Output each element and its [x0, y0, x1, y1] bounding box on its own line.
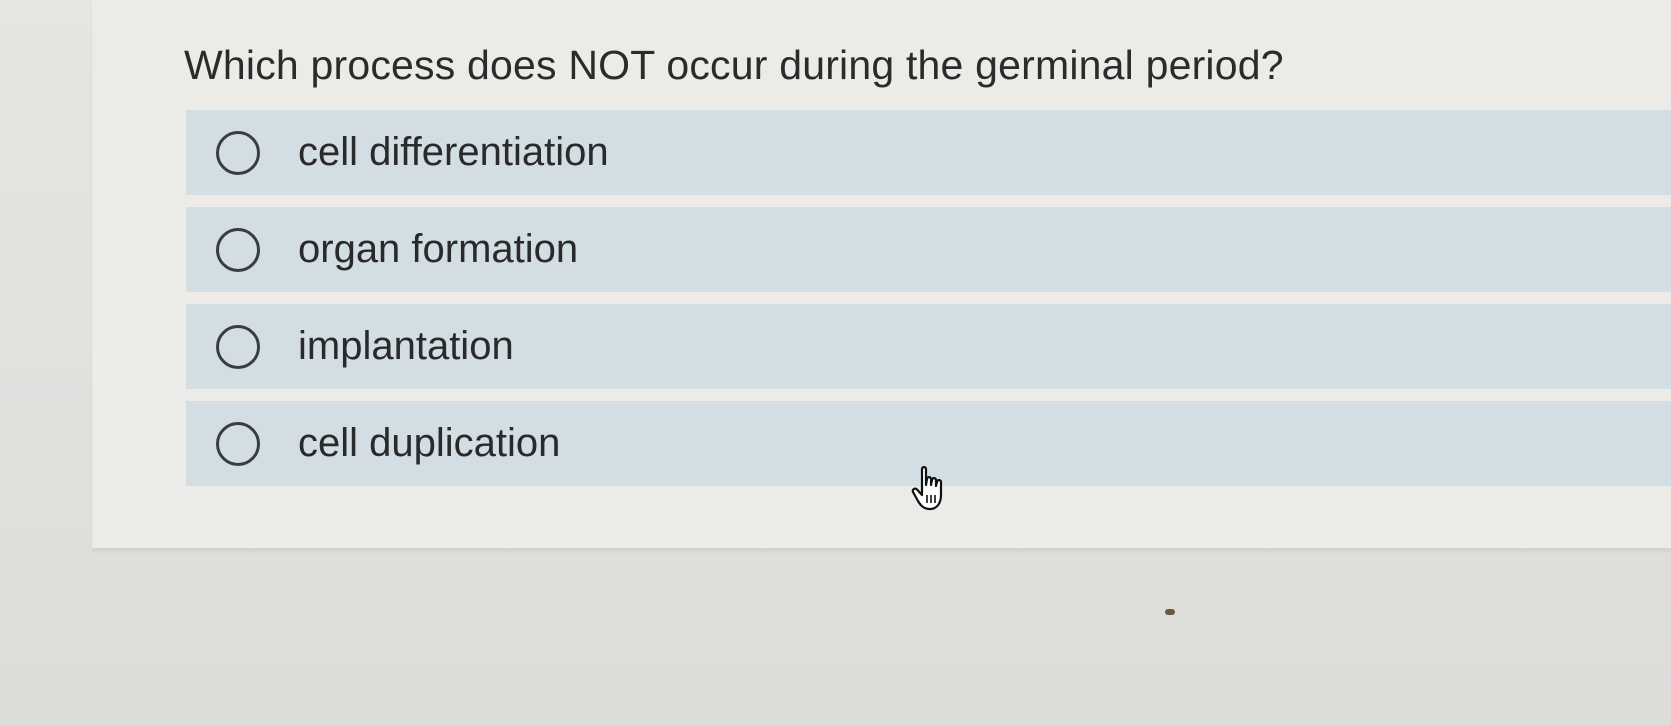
option-cell-differentiation[interactable]: cell differentiation [186, 110, 1671, 195]
answer-options: cell differentiation organ formation imp… [186, 110, 1671, 498]
option-organ-formation[interactable]: organ formation [186, 207, 1671, 292]
radio-unselected-icon[interactable] [216, 227, 260, 272]
radio-unselected-icon[interactable] [216, 324, 260, 369]
option-label: cell differentiation [298, 130, 609, 174]
option-label: cell duplication [298, 421, 561, 465]
radio-unselected-icon[interactable] [216, 421, 260, 466]
radio-unselected-icon[interactable] [216, 130, 260, 175]
hand-pointer-icon [911, 466, 943, 511]
question-text: Which process does NOT occur during the … [184, 42, 1284, 88]
option-label: organ formation [298, 227, 579, 271]
screen: Which process does NOT occur during the … [0, 0, 1671, 725]
option-implantation[interactable]: implantation [186, 304, 1671, 389]
option-label: implantation [298, 324, 514, 368]
screen-speck [1165, 609, 1175, 615]
